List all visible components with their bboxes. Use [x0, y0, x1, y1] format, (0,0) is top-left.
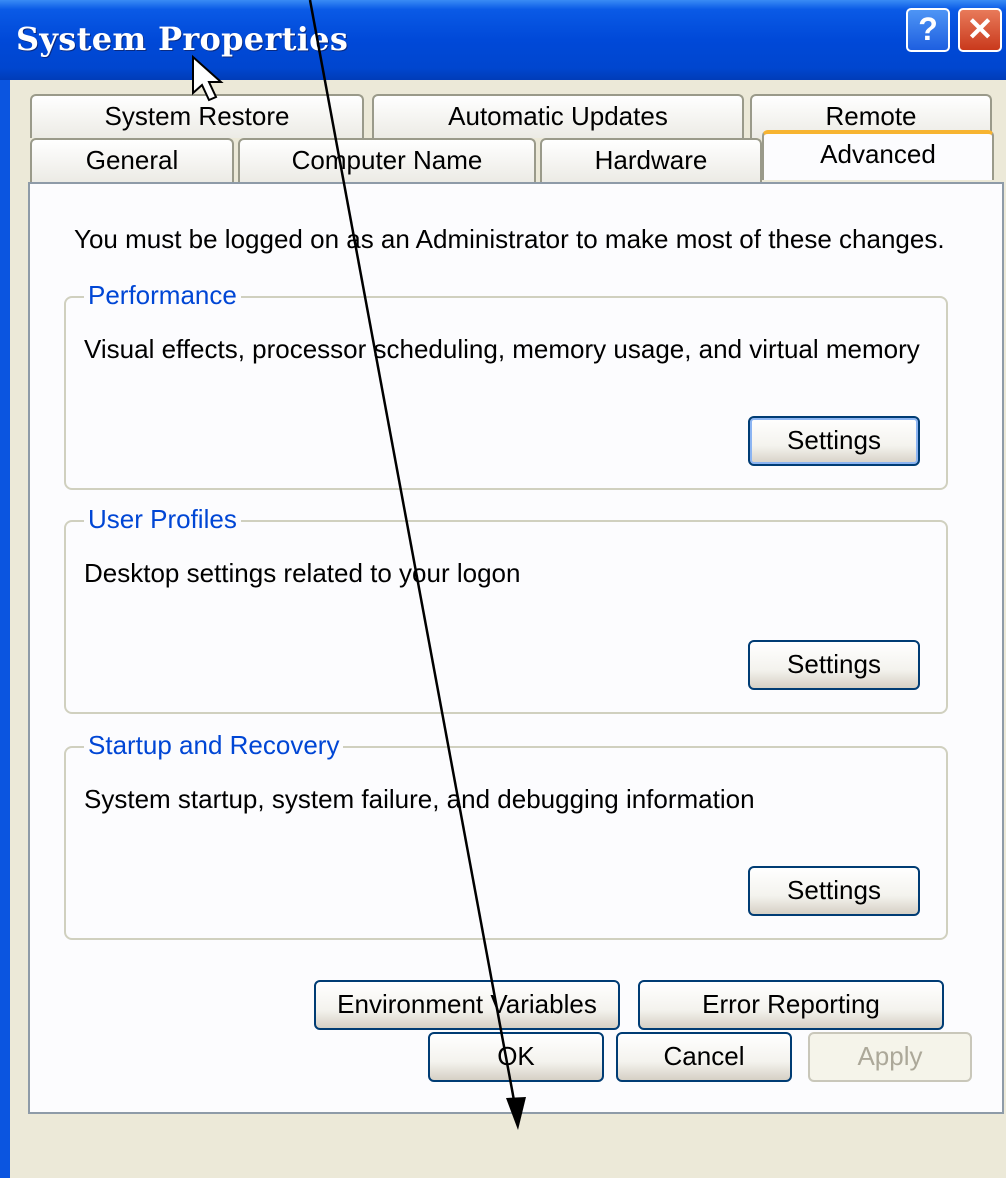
environment-variables-button[interactable]: Environment Variables — [314, 980, 620, 1030]
close-icon: ✕ — [966, 11, 994, 47]
system-properties-window: System Properties ? ✕ System Restore Aut… — [0, 0, 1006, 1178]
startup-recovery-group: Startup and Recovery System startup, sys… — [64, 730, 948, 940]
ok-button[interactable]: OK — [428, 1032, 604, 1082]
performance-legend: Performance — [84, 280, 241, 311]
user-profiles-description: Desktop settings related to your logon — [84, 558, 521, 588]
close-button[interactable]: ✕ — [958, 8, 1002, 52]
tab-general[interactable]: General — [30, 138, 234, 182]
user-profiles-group: User Profiles Desktop settings related t… — [64, 504, 948, 714]
tab-hardware[interactable]: Hardware — [540, 138, 762, 182]
administrator-notice: You must be logged on as an Administrato… — [74, 224, 945, 254]
cancel-button[interactable]: Cancel — [616, 1032, 792, 1082]
user-profiles-settings-button[interactable]: Settings — [748, 640, 920, 690]
performance-group: Performance Visual effects, processor sc… — [64, 280, 948, 490]
apply-button[interactable]: Apply — [808, 1032, 972, 1082]
performance-settings-button[interactable]: Settings — [748, 416, 920, 466]
startup-recovery-description: System startup, system failure, and debu… — [84, 784, 755, 814]
performance-description: Visual effects, processor scheduling, me… — [84, 334, 920, 364]
tab-advanced[interactable]: Advanced — [762, 130, 994, 180]
user-profiles-legend: User Profiles — [84, 504, 241, 535]
window-title: System Properties — [16, 20, 349, 58]
help-button[interactable]: ? — [906, 8, 950, 52]
advanced-tab-panel: You must be logged on as an Administrato… — [28, 182, 1004, 1114]
tab-automatic-updates[interactable]: Automatic Updates — [372, 94, 744, 138]
tab-system-restore[interactable]: System Restore — [30, 94, 364, 138]
dialog-client-area: System Restore Automatic Updates Remote … — [10, 80, 1006, 1178]
startup-recovery-legend: Startup and Recovery — [84, 730, 344, 761]
startup-recovery-settings-button[interactable]: Settings — [748, 866, 920, 916]
help-icon: ? — [918, 11, 938, 47]
error-reporting-button[interactable]: Error Reporting — [638, 980, 944, 1030]
title-bar[interactable]: System Properties ? ✕ — [0, 0, 1006, 80]
tab-computer-name[interactable]: Computer Name — [238, 138, 536, 182]
